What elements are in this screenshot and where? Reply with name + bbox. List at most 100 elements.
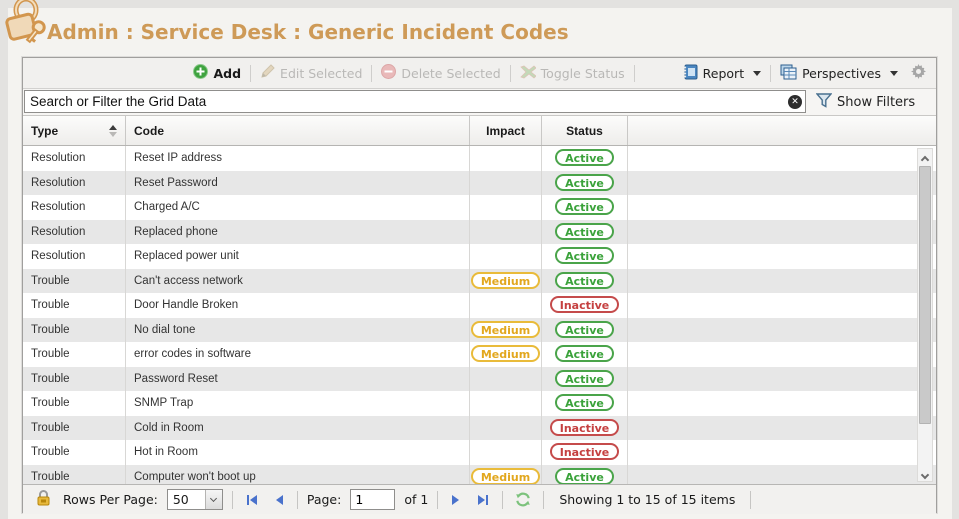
status-badge: Active: [555, 247, 614, 264]
cell-status: Active: [542, 269, 628, 294]
table-row[interactable]: ResolutionReplaced phoneActive: [23, 220, 936, 245]
cell-filler: [628, 440, 936, 465]
gear-icon[interactable]: [911, 64, 926, 82]
report-button[interactable]: Report: [682, 64, 761, 83]
perspectives-icon: [780, 64, 797, 83]
table-row[interactable]: ResolutionReset IP addressActive: [23, 146, 936, 171]
status-badge: Active: [555, 174, 614, 191]
delete-icon: [381, 64, 396, 82]
cell-filler: [628, 367, 936, 392]
impact-badge: Medium: [471, 272, 540, 289]
toolbar-separator: [510, 65, 511, 82]
table-row[interactable]: ResolutionReset Password Active: [23, 171, 936, 196]
table-row[interactable]: TroubleHot in RoomInactive: [23, 440, 936, 465]
footer-separator: [232, 491, 233, 509]
cell-filler: [628, 195, 936, 220]
page-of-label: of 1: [404, 492, 428, 507]
cell-type: Resolution: [23, 244, 126, 269]
cell-filler: [628, 244, 936, 269]
cell-status: Active: [542, 465, 628, 485]
status-badge: Active: [555, 223, 614, 240]
edit-selected-label: Edit Selected: [280, 66, 362, 81]
impact-badge: Medium: [471, 468, 540, 485]
refresh-icon[interactable]: [512, 492, 534, 507]
column-header-impact[interactable]: Impact: [470, 116, 542, 145]
rows-per-page-select[interactable]: 50: [167, 489, 223, 510]
cell-impact: [470, 293, 542, 318]
last-page-button[interactable]: [474, 494, 493, 506]
previous-page-button[interactable]: [270, 494, 288, 506]
chevron-down-icon: [890, 71, 898, 76]
clear-search-icon[interactable]: ✕: [788, 95, 802, 109]
add-icon: [193, 64, 208, 82]
search-input[interactable]: [24, 90, 806, 113]
cell-filler: [628, 342, 936, 367]
scroll-up-icon[interactable]: [918, 150, 932, 165]
status-badge: Active: [555, 149, 614, 166]
column-header-code[interactable]: Code: [126, 116, 470, 145]
sort-icon: [109, 125, 117, 137]
table-row[interactable]: TroubleCold in RoomInactive: [23, 416, 936, 441]
cell-code: Reset IP address: [126, 146, 470, 171]
column-header-filler: [628, 116, 936, 145]
cell-impact: Medium: [470, 269, 542, 294]
status-badge: Inactive: [550, 296, 620, 313]
first-page-button[interactable]: [242, 494, 261, 506]
page-title: Admin : Service Desk : Generic Incident …: [47, 20, 569, 44]
table-row[interactable]: ResolutionCharged A/CActive: [23, 195, 936, 220]
page-label: Page:: [307, 492, 341, 507]
status-badge: Inactive: [550, 443, 620, 460]
scroll-down-icon[interactable]: [918, 465, 932, 480]
page-number-input[interactable]: [350, 489, 395, 510]
footer-separator: [437, 491, 438, 509]
footer-separator: [750, 491, 751, 509]
edit-selected-button[interactable]: Edit Selected: [260, 64, 362, 82]
table-row[interactable]: TroubleNo dial toneMediumActive: [23, 318, 936, 343]
table-row[interactable]: TroubleComputer won't boot upMediumActiv…: [23, 465, 936, 485]
next-page-button[interactable]: [447, 494, 465, 506]
cell-status: Inactive: [542, 440, 628, 465]
table-row[interactable]: TroubleCan't access networkMediumActive: [23, 269, 936, 294]
perspectives-button[interactable]: Perspectives: [780, 64, 898, 83]
cell-type: Resolution: [23, 195, 126, 220]
toggle-status-icon: [520, 65, 536, 82]
cell-status: Active: [542, 220, 628, 245]
cell-filler: [628, 416, 936, 441]
table-row[interactable]: ResolutionReplaced power unit Active: [23, 244, 936, 269]
table-row[interactable]: Troubleerror codes in softwareMediumActi…: [23, 342, 936, 367]
delete-selected-button[interactable]: Delete Selected: [381, 64, 500, 82]
cell-code: SNMP Trap: [126, 391, 470, 416]
status-badge: Active: [555, 321, 614, 338]
cell-type: Trouble: [23, 342, 126, 367]
status-badge: Active: [555, 468, 614, 485]
column-header-type[interactable]: Type: [23, 116, 126, 145]
toggle-status-button[interactable]: Toggle Status: [520, 65, 625, 82]
scrollbar[interactable]: [917, 148, 933, 482]
cell-code: Replaced phone: [126, 220, 470, 245]
rows-per-page-label: Rows Per Page:: [63, 492, 158, 507]
cell-type: Trouble: [23, 318, 126, 343]
add-button[interactable]: Add: [193, 64, 241, 82]
cell-status: Active: [542, 367, 628, 392]
cell-impact: Medium: [470, 465, 542, 485]
column-label-type: Type: [31, 124, 58, 138]
column-label-impact: Impact: [486, 124, 525, 138]
cell-code: Reset Password: [126, 171, 470, 196]
status-badge: Active: [555, 272, 614, 289]
search-row: ✕ Show Filters: [23, 89, 936, 115]
cell-filler: [628, 293, 936, 318]
cell-status: Active: [542, 318, 628, 343]
cell-code: Replaced power unit: [126, 244, 470, 269]
cell-status: Inactive: [542, 293, 628, 318]
table-row[interactable]: TroubleDoor Handle BrokenInactive: [23, 293, 936, 318]
table-row[interactable]: TroubleSNMP TrapActive: [23, 391, 936, 416]
show-filters-button[interactable]: Show Filters: [816, 93, 915, 112]
cell-code: Computer won't boot up: [126, 465, 470, 485]
cell-type: Resolution: [23, 171, 126, 196]
column-header-status[interactable]: Status: [542, 116, 628, 145]
pagination-bar: Rows Per Page: 50 Page: of 1: [23, 484, 936, 514]
showing-items-text: Showing 1 to 15 of 15 items: [559, 492, 735, 507]
cell-type: Trouble: [23, 440, 126, 465]
table-row[interactable]: TroublePassword ResetActive: [23, 367, 936, 392]
scrollbar-thumb[interactable]: [919, 166, 931, 424]
